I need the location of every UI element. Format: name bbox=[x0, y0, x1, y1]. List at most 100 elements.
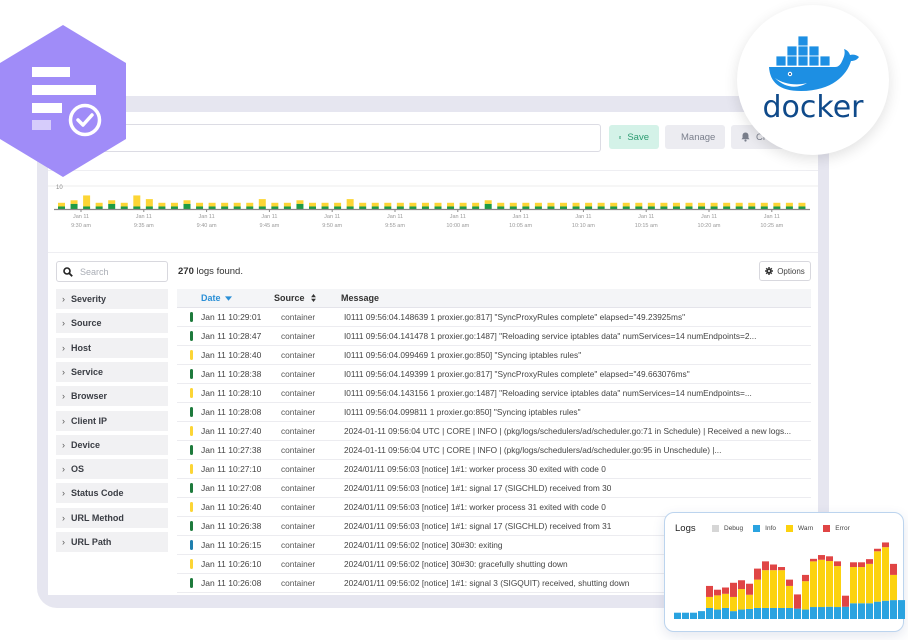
table-row[interactable]: Jan 11 10:28:40 container I0111 09:56:04.0… bbox=[177, 346, 811, 365]
histogram-bar-warn bbox=[283, 202, 291, 207]
column-header-source[interactable]: Source bbox=[250, 293, 340, 303]
query-input[interactable] bbox=[48, 124, 601, 152]
docker-whale-icon bbox=[769, 35, 859, 91]
histogram-bar-info bbox=[785, 206, 793, 209]
facet-search[interactable] bbox=[56, 261, 168, 282]
cell-date: Jan 11 10:26:10 bbox=[201, 559, 262, 569]
histogram-bar-info bbox=[371, 206, 379, 209]
severity-indicator bbox=[190, 578, 193, 588]
bar-info bbox=[842, 606, 849, 619]
column-header-message[interactable]: Message bbox=[340, 293, 379, 303]
table-row[interactable]: Jan 11 10:29:01 container I0111 09:56:04.1… bbox=[177, 308, 811, 327]
x-tick-label: Jan 11 bbox=[136, 214, 152, 220]
bar-warn bbox=[714, 595, 721, 610]
x-tick-label: 9:50 am bbox=[322, 223, 342, 229]
table-row[interactable]: Jan 11 10:27:40 container 2024-01-11 09:56… bbox=[177, 422, 811, 441]
x-tick-label: Jan 11 bbox=[450, 214, 466, 220]
bar-warn bbox=[834, 566, 841, 608]
table-row[interactable]: Jan 11 10:27:10 container 2024/01/11 09:56… bbox=[177, 460, 811, 479]
histogram-bar-info bbox=[83, 206, 91, 209]
histogram-bar-warn bbox=[95, 202, 103, 207]
bar-error bbox=[810, 558, 817, 562]
table-row[interactable]: Jan 11 10:27:08 container 2024/01/11 09:56… bbox=[177, 479, 811, 498]
histogram-bar-warn bbox=[83, 195, 91, 207]
bar-warn bbox=[866, 563, 873, 604]
bar-info bbox=[754, 607, 761, 619]
bar-warn bbox=[762, 570, 769, 608]
bar-info bbox=[746, 608, 753, 619]
save-button[interactable]: Save bbox=[609, 125, 659, 149]
histogram-bar-warn bbox=[258, 199, 266, 207]
manage-button[interactable]: Manage bbox=[665, 125, 725, 149]
table-row[interactable]: Jan 11 10:27:38 container 2024-01-11 09:56… bbox=[177, 441, 811, 460]
cell-date: Jan 11 10:28:38 bbox=[201, 369, 262, 379]
chevron-right-icon: › bbox=[62, 415, 65, 426]
facet-source[interactable]: › Source bbox=[56, 313, 168, 334]
facet-url-path[interactable]: › URL Path bbox=[56, 532, 168, 552]
facet-host[interactable]: › Host bbox=[56, 337, 168, 358]
bar-warn bbox=[738, 589, 745, 610]
histogram-bar-info bbox=[610, 206, 618, 209]
facet-status-code[interactable]: › Status Code bbox=[56, 483, 168, 504]
bar-error bbox=[802, 574, 809, 582]
x-tick-label: Jan 11 bbox=[199, 214, 215, 220]
bar-info bbox=[794, 608, 801, 619]
chevron-right-icon: › bbox=[62, 391, 65, 402]
histogram-bar-warn bbox=[233, 202, 241, 207]
facet-label: URL Path bbox=[71, 537, 112, 547]
histogram-bar-warn bbox=[183, 200, 191, 204]
bar-info bbox=[690, 612, 697, 619]
floppy-disk-icon bbox=[619, 135, 622, 139]
histogram-bar-info bbox=[233, 206, 241, 209]
table-row[interactable]: Jan 11 10:28:38 container I0111 09:56:04.1… bbox=[177, 365, 811, 384]
histogram-bar-warn bbox=[509, 202, 517, 207]
bar-info bbox=[834, 607, 841, 619]
cell-source: container bbox=[281, 521, 316, 531]
column-header-date[interactable]: Date bbox=[177, 293, 250, 303]
facet-label: Status Code bbox=[71, 488, 124, 499]
histogram-bar-info bbox=[196, 206, 204, 209]
facet-device[interactable]: › Device bbox=[56, 434, 168, 455]
histogram-bar-info bbox=[221, 206, 229, 209]
bar-info bbox=[810, 607, 817, 619]
histogram-bar-info bbox=[635, 206, 643, 209]
cell-message: 2024/01/11 09:56:02 [notice] 30#30: grac… bbox=[344, 559, 568, 569]
facet-url-method[interactable]: › URL Method bbox=[56, 507, 168, 528]
cell-source: container bbox=[281, 388, 316, 398]
table-row[interactable]: Jan 11 10:28:10 container I0111 09:56:04.1… bbox=[177, 384, 811, 403]
x-tick-label: Jan 11 bbox=[73, 214, 89, 220]
histogram-bar-info bbox=[572, 206, 580, 209]
options-button[interactable]: Options bbox=[759, 261, 811, 281]
histogram-bar-info bbox=[309, 206, 316, 209]
facet-browser[interactable]: › Browser bbox=[56, 386, 168, 407]
cell-message: 2024/01/11 09:56:03 [notice] 1#1: signal… bbox=[344, 483, 612, 493]
facet-severity[interactable]: › Severity bbox=[56, 289, 168, 309]
facet-os[interactable]: › OS bbox=[56, 459, 168, 480]
facet-search-input[interactable] bbox=[80, 266, 160, 277]
bar-info bbox=[698, 611, 705, 619]
severity-indicator bbox=[190, 426, 193, 436]
bar-warn bbox=[722, 593, 729, 608]
histogram-bar-info bbox=[497, 206, 505, 209]
histogram-bar-info bbox=[748, 206, 756, 209]
histogram-bar-info bbox=[409, 206, 417, 209]
bar-info bbox=[818, 607, 825, 619]
histogram-bar-warn bbox=[547, 202, 555, 207]
facet-client-ip[interactable]: › Client IP bbox=[56, 410, 168, 431]
table-row[interactable]: Jan 11 10:28:08 container I0111 09:56:04.0… bbox=[177, 403, 811, 422]
histogram-bar-info bbox=[70, 203, 78, 209]
bar-error bbox=[738, 580, 745, 590]
histogram-bar-warn bbox=[384, 202, 392, 207]
bar-warn bbox=[770, 570, 777, 608]
cell-date: Jan 11 10:28:47 bbox=[201, 331, 262, 341]
facet-label: Client IP bbox=[71, 415, 108, 426]
bar-warn bbox=[810, 561, 817, 608]
facet-service[interactable]: › Service bbox=[56, 361, 168, 382]
x-tick-label: 10:25 am bbox=[760, 223, 783, 229]
sort-desc-icon bbox=[224, 295, 232, 301]
bar-info bbox=[722, 607, 729, 619]
table-row[interactable]: Jan 11 10:28:47 container I0111 09:56:04.1… bbox=[177, 327, 811, 346]
results-count: 270 logs found. bbox=[178, 266, 243, 277]
cell-message: 2024-01-11 09:56:04 UTC | CORE | INFO | … bbox=[344, 445, 722, 455]
cell-source: container bbox=[281, 578, 316, 588]
